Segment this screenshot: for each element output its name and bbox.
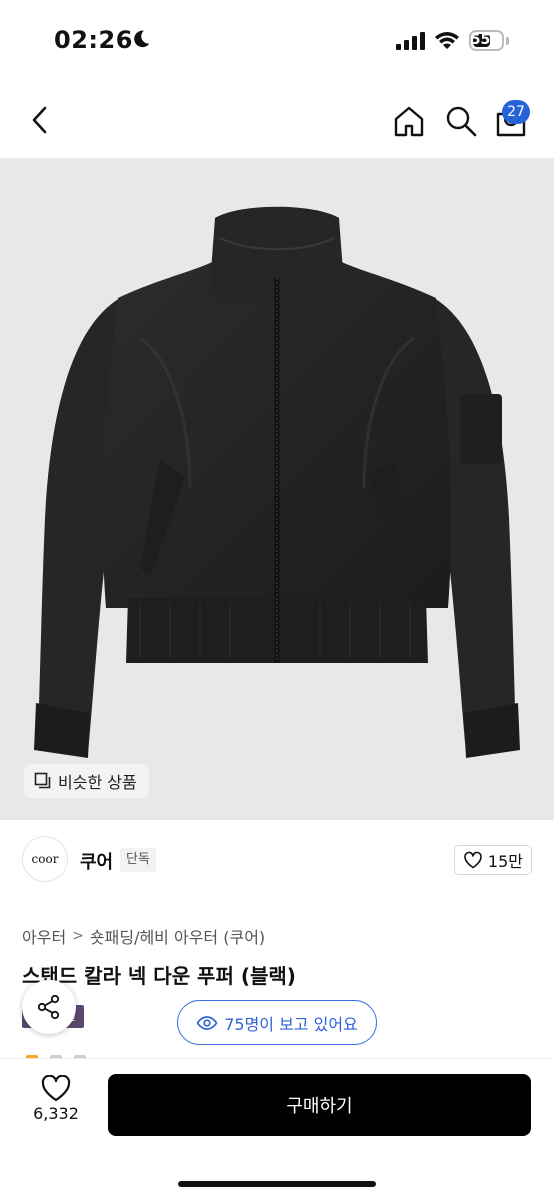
wishlist-count: 6,332 [33,1104,79,1123]
cellular-signal-icon [396,32,425,50]
heart-icon [464,851,482,869]
buy-button[interactable]: 구매하기 [108,1074,531,1136]
breadcrumb-separator: > [72,928,84,944]
brand-row: coor 쿠어 단독 15만 [22,836,532,884]
breadcrumb-item[interactable]: 숏패딩/헤비 아우터 (쿠어) [90,924,265,948]
exclusive-badge: 단독 [120,848,156,872]
home-icon[interactable] [392,104,426,138]
similar-products-label: 비슷한 상품 [58,773,137,792]
share-icon [37,994,60,1020]
viewers-text: 75명이 보고 있어요 [224,1014,358,1034]
moon-icon [134,30,150,48]
product-image[interactable]: 비슷한 상품 [0,158,554,820]
top-nav [0,84,554,158]
status-bar: 02:26 55 [0,0,554,84]
similar-products-button[interactable]: 비슷한 상품 [24,764,149,798]
home-indicator[interactable] [178,1181,376,1187]
eye-icon [196,1015,218,1030]
battery-icon: 55 [469,30,509,52]
brand-name[interactable]: 쿠어 [80,848,113,874]
brand-like-button[interactable]: 15만 [453,845,532,875]
jacket-image [34,206,520,758]
cart-count-badge[interactable]: 27 [502,100,530,124]
wishlist-button[interactable]: 6,332 [22,1075,90,1123]
breadcrumb: 아우터 > 숏패딩/헤비 아우터 (쿠어) [22,924,265,948]
bottom-bar: 6,332 구매하기 [0,1058,554,1200]
brand-like-count: 15만 [487,852,523,871]
status-time: 02:26 [54,26,133,54]
back-icon[interactable] [26,102,54,138]
search-icon[interactable] [444,104,478,138]
wifi-icon [435,32,459,49]
brand-logo[interactable]: coor [22,836,68,882]
similar-icon [34,772,51,789]
battery-level: 55 [470,32,491,48]
heart-icon [41,1075,71,1102]
viewers-indicator: 75명이 보고 있어요 [177,1000,377,1045]
share-button[interactable] [22,980,76,1034]
breadcrumb-item[interactable]: 아우터 [22,924,66,948]
